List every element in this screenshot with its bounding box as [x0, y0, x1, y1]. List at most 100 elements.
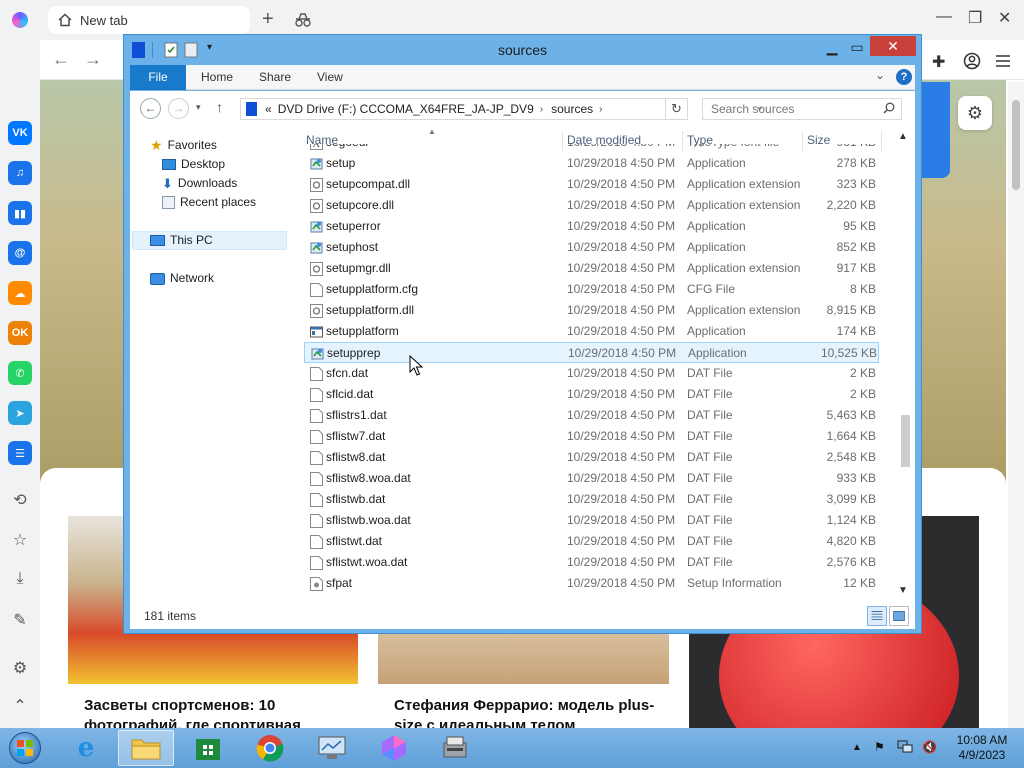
address-overflow[interactable]: «: [265, 102, 272, 116]
page-settings-gear-icon[interactable]: ⚙: [958, 96, 992, 130]
up-arrow-icon[interactable]: ↑: [216, 99, 223, 115]
sidebar-app-telegram-icon[interactable]: ➤: [8, 401, 32, 425]
file-row[interactable]: Asegoeui 10/29/2018 4:50 PM TrueType font …: [304, 144, 879, 153]
address-bar[interactable]: « DVD Drive (F:) CCCOMA_X64FRE_JA-JP_DV9…: [240, 98, 764, 120]
ribbon-tab-file[interactable]: File: [130, 65, 186, 90]
nav-this-pc[interactable]: This PC: [150, 231, 213, 250]
ribbon-expand-chevron-icon[interactable]: ⌄: [875, 68, 885, 82]
file-row[interactable]: sflistwt.woa.dat 10/29/2018 4:50 PM DAT Fi…: [304, 552, 879, 573]
file-list-scrollbar[interactable]: ▲ ▼: [896, 131, 913, 597]
browser-close-button[interactable]: ✕: [998, 8, 1011, 28]
sidebar-app-cloud-icon[interactable]: ☁: [8, 281, 32, 305]
explorer-close-button[interactable]: ✕: [870, 36, 916, 56]
file-row[interactable]: sflistw8.dat 10/29/2018 4:50 PM DAT File 2,…: [304, 447, 879, 468]
download-icon[interactable]: ⤓: [10, 570, 30, 590]
volume-muted-icon[interactable]: 🔇: [922, 740, 937, 754]
bookmark-star-icon[interactable]: ☆: [10, 530, 30, 550]
ribbon-tab-home[interactable]: Home: [201, 65, 233, 90]
tab-new-tab[interactable]: New tab: [48, 6, 250, 34]
history-icon[interactable]: ⟲: [10, 490, 30, 510]
refresh-icon[interactable]: ↻: [666, 98, 688, 120]
tray-overflow-chevron-icon[interactable]: ▲: [852, 742, 862, 753]
taskbar-store[interactable]: [180, 730, 236, 766]
nav-recent-places[interactable]: Recent places: [162, 193, 256, 212]
network-tray-icon[interactable]: [897, 740, 913, 754]
explorer-forward-icon[interactable]: →: [168, 98, 189, 119]
file-row[interactable]: setupcompat.dll 10/29/2018 4:50 PM Applica…: [304, 174, 879, 195]
ribbon-tab-view[interactable]: View: [317, 65, 343, 90]
explorer-titlebar[interactable]: ▾ sources ▁ ▭ ✕: [124, 35, 921, 65]
taskbar-setup-app[interactable]: [428, 730, 484, 766]
file-row[interactable]: setuphost 10/29/2018 4:50 PM Application 85…: [304, 237, 879, 258]
incognito-icon[interactable]: [294, 11, 312, 29]
file-list-scroll-thumb[interactable]: [901, 415, 910, 467]
sidebar-app-list-icon[interactable]: ☰: [8, 441, 32, 465]
sidebar-app-vk-icon[interactable]: VK: [8, 121, 32, 145]
file-row[interactable]: setupmgr.dll 10/29/2018 4:50 PM Applicatio…: [304, 258, 879, 279]
page-scroll-thumb[interactable]: [1012, 100, 1020, 190]
sidebar-app-whatsapp-icon[interactable]: ✆: [8, 361, 32, 385]
new-tab-button[interactable]: +: [262, 9, 274, 29]
nav-network[interactable]: Network: [150, 269, 214, 288]
large-icons-view-icon[interactable]: [889, 606, 909, 626]
help-icon[interactable]: ?: [896, 69, 912, 85]
nav-downloads[interactable]: ⬇ Downloads: [162, 174, 237, 193]
file-row[interactable]: sfcn.dat 10/29/2018 4:50 PM DAT File 2 KB: [304, 363, 879, 384]
file-row[interactable]: setupprep 10/29/2018 4:50 PM Application 10…: [304, 342, 879, 363]
file-row[interactable]: sfpat 10/29/2018 4:50 PM Setup Information…: [304, 573, 879, 594]
file-row[interactable]: sflistw7.dat 10/29/2018 4:50 PM DAT File 1,…: [304, 426, 879, 447]
sidebar-app-music-icon[interactable]: ♫: [8, 161, 32, 185]
news-title-1[interactable]: Засветы спортсменов: 10 фотографий, где …: [84, 696, 364, 728]
page-scrollbar[interactable]: [1008, 82, 1024, 728]
explorer-maximize-button[interactable]: ▭: [843, 37, 871, 57]
browser-minimize-button[interactable]: —: [936, 8, 952, 26]
taskbar-chrome[interactable]: [242, 730, 298, 766]
ribbon-tab-share[interactable]: Share: [259, 65, 291, 90]
nav-desktop[interactable]: Desktop: [162, 155, 225, 174]
menu-hamburger-icon[interactable]: [994, 52, 1012, 70]
file-row[interactable]: sflistw8.woa.dat 10/29/2018 4:50 PM DAT Fi…: [304, 468, 879, 489]
search-input[interactable]: Search sources: [702, 98, 902, 120]
details-view-icon[interactable]: [867, 606, 887, 626]
taskbar-file-explorer[interactable]: [118, 730, 174, 766]
file-row[interactable]: setuperror 10/29/2018 4:50 PM Application 9…: [304, 216, 879, 237]
browser-logo-icon[interactable]: [12, 12, 28, 28]
explorer-back-icon[interactable]: ←: [140, 98, 161, 119]
action-center-flag-icon[interactable]: ⚑: [874, 740, 885, 754]
breadcrumb-drive[interactable]: DVD Drive (F:) CCCOMA_X64FRE_JA-JP_DV9: [278, 102, 534, 116]
file-row[interactable]: sflistwt.dat 10/29/2018 4:50 PM DAT File 4,…: [304, 531, 879, 552]
nav-favorites[interactable]: ★ Favorites: [150, 136, 217, 155]
file-row[interactable]: sflcid.dat 10/29/2018 4:50 PM DAT File 2 KB: [304, 384, 879, 405]
recent-locations-chevron-icon[interactable]: ▾: [196, 102, 201, 113]
file-row[interactable]: setupplatform.cfg 10/29/2018 4:50 PM CFG F…: [304, 279, 879, 300]
file-row[interactable]: sflistwb.dat 10/29/2018 4:50 PM DAT File 3,…: [304, 489, 879, 510]
file-row[interactable]: sflistrs1.dat 10/29/2018 4:50 PM DAT File 5…: [304, 405, 879, 426]
taskbar-internet-explorer[interactable]: e: [58, 730, 114, 766]
sidebar-app-ok-icon[interactable]: OK: [8, 321, 32, 345]
profile-icon[interactable]: [963, 52, 981, 70]
file-row[interactable]: setup 10/29/2018 4:50 PM Application 278 KB: [304, 153, 879, 174]
file-row[interactable]: setupplatform 10/29/2018 4:50 PM Applicati…: [304, 321, 879, 342]
start-button[interactable]: [6, 730, 44, 766]
sidebar-app-mail-icon[interactable]: @: [8, 241, 32, 265]
file-row[interactable]: setupplatform.dll 10/29/2018 4:50 PM Appli…: [304, 300, 879, 321]
breadcrumb-separator-icon[interactable]: ›: [540, 104, 543, 115]
taskbar-network-tool[interactable]: [304, 730, 360, 766]
explorer-minimize-button[interactable]: ▁: [818, 37, 846, 57]
news-title-2[interactable]: Стефания Феррарио: модель plus-size с ид…: [394, 696, 674, 728]
browser-maximize-button[interactable]: ❐: [968, 8, 982, 28]
pen-icon[interactable]: ✎: [10, 610, 30, 630]
breadcrumb-separator-icon[interactable]: ›: [599, 104, 602, 115]
back-arrow-icon[interactable]: ←: [52, 49, 70, 70]
settings-gear-icon[interactable]: ⚙: [10, 658, 30, 678]
scroll-up-icon[interactable]: ▲: [898, 131, 908, 142]
extensions-puzzle-icon[interactable]: ✚: [932, 52, 950, 71]
taskbar-alice-browser[interactable]: [366, 730, 422, 766]
forward-arrow-icon[interactable]: →: [84, 49, 102, 70]
scroll-down-icon[interactable]: ▼: [898, 585, 908, 596]
breadcrumb-folder[interactable]: sources: [551, 102, 593, 116]
sidebar-app-stats-icon[interactable]: ▮▮: [8, 201, 32, 225]
system-clock[interactable]: 10:08 AM 4/9/2023: [952, 733, 1012, 763]
file-row[interactable]: setupcore.dll 10/29/2018 4:50 PM Applicati…: [304, 195, 879, 216]
file-row[interactable]: sflistwb.woa.dat 10/29/2018 4:50 PM DAT Fi…: [304, 510, 879, 531]
